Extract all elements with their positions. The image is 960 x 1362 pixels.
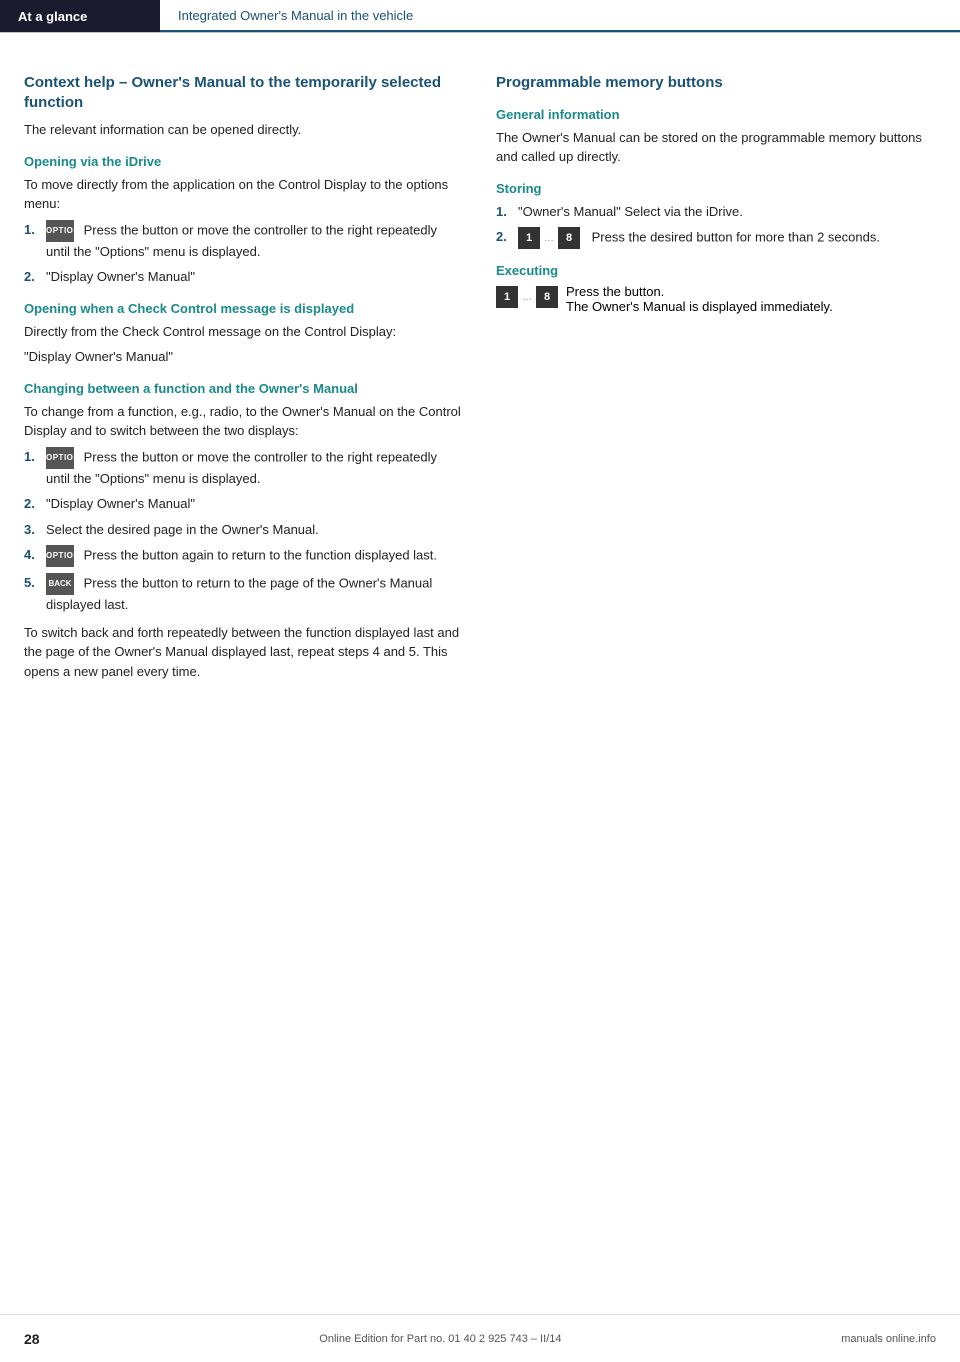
header-left-label: At a glance [18, 9, 87, 24]
step-content: OPTION Press the button or move the cont… [46, 220, 464, 262]
back-icon: BACK [46, 573, 74, 595]
list-item: 1. OPTION Press the button or move the c… [24, 220, 464, 262]
header-left-tab: At a glance [0, 0, 160, 32]
header-divider [0, 32, 960, 33]
changing-closing-text: To switch back and forth repeatedly betw… [24, 623, 464, 682]
list-item: 1. OPTION Press the button or move the c… [24, 447, 464, 489]
page-header: At a glance Integrated Owner's Manual in… [0, 0, 960, 32]
step-content: Select the desired page in the Owner's M… [46, 520, 464, 540]
executing-block: 1 … 8 Press the button. The Owner's Manu… [496, 284, 936, 314]
mem-dots-exec: … [522, 292, 534, 303]
mem-range-icon: 1 … 8 [518, 227, 582, 249]
step-content: "Display Owner's Manual" [46, 267, 464, 287]
footer-page-number: 28 [24, 1331, 40, 1347]
list-item: 1. "Owner's Manual" Select via the iDriv… [496, 202, 936, 222]
storing-steps: 1. "Owner's Manual" Select via the iDriv… [496, 202, 936, 250]
step-content: 1 … 8 Press the desired button for more … [518, 227, 936, 249]
step-content: OPTION Press the button again to return … [46, 545, 464, 567]
right-column: Programmable memory buttons General info… [496, 73, 936, 687]
step-content: OPTION Press the button or move the cont… [46, 447, 464, 489]
step-num: 1. [496, 202, 518, 222]
step-content: "Display Owner's Manual" [46, 494, 464, 514]
list-item: 3. Select the desired page in the Owner'… [24, 520, 464, 540]
footer-center-text: Online Edition for Part no. 01 40 2 925 … [319, 1333, 561, 1345]
step-text: Press the button or move the controller … [46, 449, 437, 486]
option-icon: OPTION [46, 545, 74, 567]
header-right-label: Integrated Owner's Manual in the vehicle [178, 8, 413, 23]
step-text: Press the button again to return to the … [84, 547, 437, 562]
subsection-opening-idrive-title: Opening via the iDrive [24, 154, 464, 169]
execute-press-text: Press the button. [566, 284, 664, 299]
subsection-changing-title: Changing between a function and the Owne… [24, 381, 464, 396]
page-footer: 28 Online Edition for Part no. 01 40 2 9… [0, 1314, 960, 1362]
option-icon: OPTION [46, 220, 74, 242]
step-text: Press the button or move the controller … [46, 222, 437, 259]
footer-right-text: manuals online.info [841, 1333, 936, 1345]
header-right-tab: Integrated Owner's Manual in the vehicle [160, 0, 960, 32]
mem-btn-1-exec: 1 [496, 286, 518, 308]
step-num: 1. [24, 447, 46, 467]
step-num: 1. [24, 220, 46, 240]
check-control-quote: "Display Owner's Manual" [24, 347, 464, 367]
step-num: 2. [496, 227, 518, 247]
option-icon: OPTION [46, 447, 74, 469]
step-text: Press the button to return to the page o… [46, 575, 432, 612]
mem-btn-8-exec: 8 [536, 286, 558, 308]
check-control-body: Directly from the Check Control message … [24, 322, 464, 342]
step-num: 5. [24, 573, 46, 593]
subsection-executing-title: Executing [496, 263, 936, 278]
step-content: BACK Press the button to return to the p… [46, 573, 464, 615]
changing-body: To change from a function, e.g., radio, … [24, 402, 464, 441]
execute-result-text: The Owner's Manual is displayed immediat… [566, 299, 833, 314]
mem-dots: … [544, 231, 556, 246]
executing-line1: Press the button. The Owner's Manual is … [566, 284, 833, 314]
step-num: 2. [24, 494, 46, 514]
subsection-general-info-title: General information [496, 107, 936, 122]
right-section-title: Programmable memory buttons [496, 73, 936, 93]
mem-btn-1: 1 [518, 227, 540, 249]
step-num: 2. [24, 267, 46, 287]
list-item: 2. "Display Owner's Manual" [24, 494, 464, 514]
left-column: Context help – Owner's Manual to the tem… [24, 73, 464, 687]
list-item: 2. 1 … 8 Press the desired button for mo… [496, 227, 936, 249]
subsection-storing-title: Storing [496, 181, 936, 196]
subsection-check-control-title: Opening when a Check Control message is … [24, 301, 464, 316]
step-num: 4. [24, 545, 46, 565]
mem-btn-8: 8 [558, 227, 580, 249]
opening-idrive-steps: 1. OPTION Press the button or move the c… [24, 220, 464, 287]
left-section-title: Context help – Owner's Manual to the tem… [24, 73, 464, 112]
step-num: 3. [24, 520, 46, 540]
mem-range-icon-exec: 1 … 8 [496, 286, 560, 308]
list-item: 5. BACK Press the button to return to th… [24, 573, 464, 615]
opening-idrive-body: To move directly from the application on… [24, 175, 464, 214]
list-item: 4. OPTION Press the button again to retu… [24, 545, 464, 567]
general-info-body: The Owner's Manual can be stored on the … [496, 128, 936, 167]
step-text: Press the desired button for more than 2… [592, 229, 880, 244]
main-content: Context help – Owner's Manual to the tem… [0, 49, 960, 747]
list-item: 2. "Display Owner's Manual" [24, 267, 464, 287]
changing-steps: 1. OPTION Press the button or move the c… [24, 447, 464, 615]
step-content: "Owner's Manual" Select via the iDrive. [518, 202, 936, 222]
left-intro-text: The relevant information can be opened d… [24, 120, 464, 140]
